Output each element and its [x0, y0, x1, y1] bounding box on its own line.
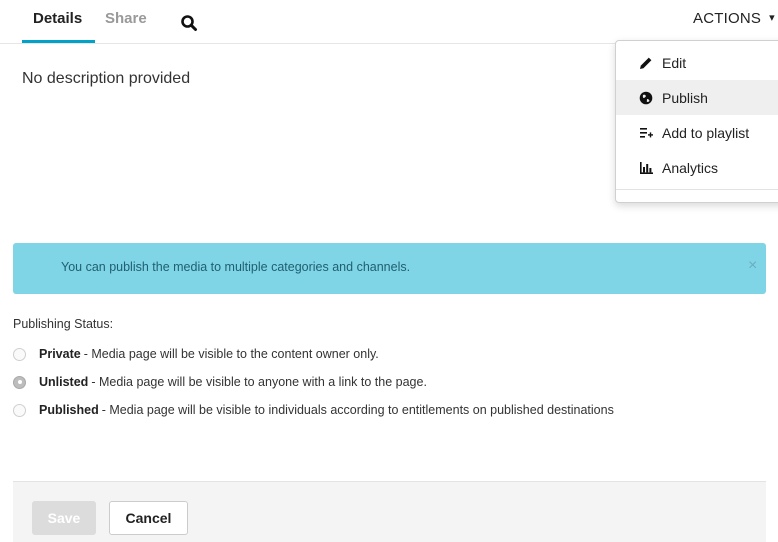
form-footer: Save Cancel — [13, 481, 766, 542]
media-description: No description provided — [22, 70, 191, 87]
tab-share[interactable]: Share — [105, 10, 147, 27]
option-private: Private - Media page will be visible to … — [13, 346, 379, 362]
publishing-status-label: Publishing Status: — [13, 317, 114, 331]
active-tab-indicator — [22, 40, 95, 43]
menu-item-label: Add to playlist — [662, 124, 750, 141]
option-name: Published — [39, 403, 99, 417]
menu-item-label: Edit — [662, 54, 687, 71]
cancel-button[interactable]: Cancel — [109, 501, 188, 535]
menu-divider — [616, 189, 778, 190]
tab-bar: Details Share ACTIONS ▾ — [0, 0, 778, 44]
publish-page: Details Share ACTIONS ▾ No description pr… — [0, 0, 778, 542]
menu-item-edit[interactable]: Edit — [616, 45, 778, 80]
alert-message: You can publish the media to multiple ca… — [61, 260, 411, 274]
actions-dropdown: Edit Publish Add to playlist Analytics — [615, 40, 778, 203]
search-icon[interactable] — [180, 14, 198, 32]
close-icon[interactable]: × — [748, 258, 757, 274]
tab-details[interactable]: Details — [33, 10, 82, 27]
option-description: - Media page will be visible to anyone w… — [91, 375, 427, 389]
radio-private[interactable] — [13, 347, 26, 361]
menu-item-label: Analytics — [662, 159, 719, 176]
actions-label: ACTIONS — [693, 10, 762, 27]
radio-unlisted[interactable] — [13, 375, 26, 389]
pencil-icon — [636, 56, 656, 70]
option-published: Published - Media page will be visible t… — [13, 402, 614, 418]
option-name: Unlisted — [39, 375, 89, 389]
radio-published[interactable] — [13, 403, 26, 417]
option-unlisted: Unlisted - Media page will be visible to… — [13, 374, 427, 390]
menu-item-publish[interactable]: Publish — [616, 80, 778, 115]
actions-menu-button[interactable]: ACTIONS ▾ — [693, 10, 775, 27]
chevron-down-icon: ▾ — [769, 12, 775, 24]
globe-icon — [636, 91, 656, 105]
save-button[interactable]: Save — [32, 501, 96, 535]
info-alert: You can publish the media to multiple ca… — [13, 243, 766, 294]
menu-item-label: Publish — [662, 89, 708, 106]
bar-chart-icon — [636, 161, 656, 175]
menu-item-analytics[interactable]: Analytics — [616, 150, 778, 185]
option-description: - Media page will be visible to the cont… — [83, 347, 379, 361]
menu-item-add-to-playlist[interactable]: Add to playlist — [616, 115, 778, 150]
option-name: Private — [39, 347, 81, 361]
playlist-add-icon — [636, 126, 656, 140]
option-description: - Media page will be visible to individu… — [101, 403, 614, 417]
